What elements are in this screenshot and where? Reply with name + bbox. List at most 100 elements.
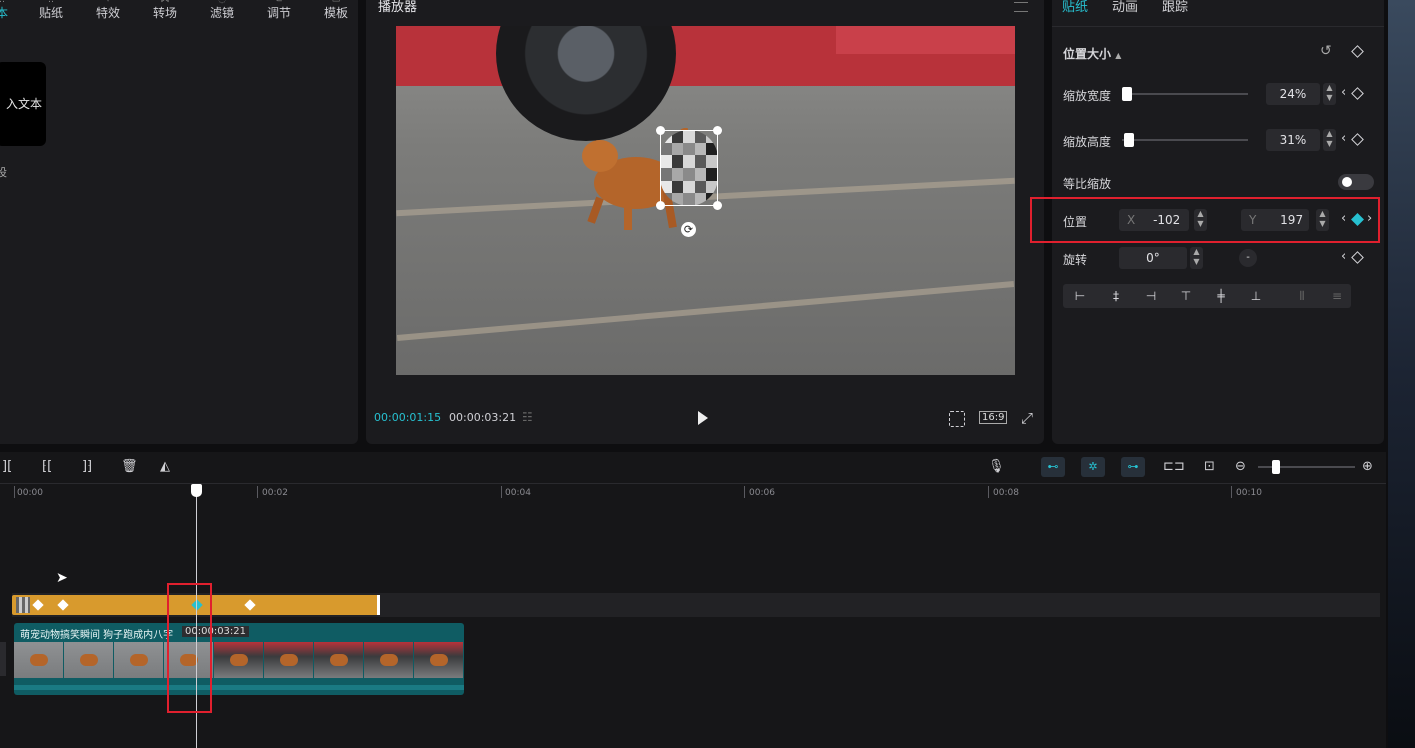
zoom-out-icon[interactable]: ⊖ [1235, 459, 1246, 474]
ruler-tick [14, 486, 15, 498]
clip-thumbnail [64, 642, 113, 678]
clip-title: 萌宠动物搞笑瞬间 狗子跑成内八字 [20, 630, 174, 641]
toolbar-transition[interactable]: ⋈ 转场 [152, 0, 178, 22]
position-x-field[interactable]: X -102 [1119, 209, 1189, 231]
aspect-ratio-button[interactable]: 16:9 [979, 411, 1008, 424]
preview-axis-icon[interactable]: ⊏⊐ [1163, 459, 1185, 474]
scale-height-knob[interactable] [1124, 133, 1134, 147]
rotation-field[interactable]: 0° [1119, 247, 1187, 269]
keyframe-diamond-icon[interactable] [32, 599, 44, 611]
default-text-card[interactable]: 入文本 [0, 62, 46, 146]
resize-handle[interactable] [656, 126, 665, 135]
play-button[interactable] [698, 411, 708, 425]
align-left-icon[interactable]: ⊢ [1073, 289, 1087, 303]
scale-width-value[interactable]: 24% [1266, 83, 1320, 105]
sticker-icon: ‥ [47, 0, 54, 5]
adjust-icon: ⊂ [275, 0, 283, 5]
split-icon[interactable]: ][ [2, 459, 12, 474]
ruler-tick [257, 486, 258, 498]
keyframe-diamond-icon[interactable] [244, 599, 256, 611]
clip-thumbnail [14, 642, 63, 678]
toolbar-template[interactable]: ▭ 模板 [323, 0, 349, 22]
trim-left-icon[interactable]: ⁅[ [42, 459, 52, 474]
keyframe-diamond-icon[interactable] [57, 599, 69, 611]
resize-handle[interactable] [713, 126, 722, 135]
main-track-magnet-icon[interactable]: ⊷ [1041, 457, 1065, 477]
prev-keyframe-icon[interactable]: ‹ [1341, 85, 1346, 100]
clip-trim-handle[interactable] [377, 595, 380, 615]
thumbnail-dog [230, 654, 248, 666]
align-center-v-icon[interactable]: ╪ [1214, 289, 1228, 303]
prev-keyframe-icon[interactable]: ‹ [1341, 131, 1346, 146]
scale-height-value[interactable]: 31% [1266, 129, 1320, 151]
rotation-stepper[interactable]: ▲ ▼ [1190, 247, 1203, 269]
delete-icon[interactable]: 🗑 [121, 459, 138, 474]
scale-width-label: 缩放宽度 [1063, 89, 1112, 103]
clip-thumbnail [314, 642, 363, 678]
tab-divider [1052, 26, 1384, 27]
next-keyframe-icon[interactable]: › [1367, 211, 1372, 226]
uniform-scale-toggle[interactable] [1338, 174, 1374, 190]
ruler-tick [1231, 486, 1232, 498]
ruler-tick [744, 486, 745, 498]
zoom-in-icon[interactable]: ⊕ [1362, 459, 1373, 474]
align-top-icon[interactable]: ⊤ [1179, 289, 1193, 303]
selection-box[interactable] [656, 126, 722, 210]
clip-thumbnail [114, 642, 163, 678]
thumbnail-dog [30, 654, 48, 666]
media-panel [0, 0, 358, 444]
tab-tracking[interactable]: 跟踪 [1162, 0, 1188, 15]
collapse-icon[interactable]: ▲ [1115, 51, 1121, 60]
position-y-stepper[interactable]: ▲ ▼ [1316, 209, 1329, 231]
scale-width-slider[interactable] [1122, 93, 1248, 95]
track-lock-icon[interactable] [0, 642, 6, 676]
align-center-h-icon[interactable]: ‡ [1109, 289, 1123, 303]
zoom-knob[interactable] [1272, 460, 1280, 474]
toolbar-sticker[interactable]: ‥ 贴纸 [38, 0, 64, 22]
presets-label: 设 [0, 166, 7, 179]
clip-thumbnail [414, 642, 463, 678]
resize-handle[interactable] [656, 201, 665, 210]
linkage-icon[interactable]: ⊶ [1121, 457, 1145, 477]
scale-width-knob[interactable] [1122, 87, 1132, 101]
align-bottom-icon[interactable]: ⊥ [1249, 289, 1263, 303]
ruler-tick [988, 486, 989, 498]
prev-keyframe-icon[interactable]: ‹ [1341, 211, 1346, 226]
position-x-stepper[interactable]: ▲ ▼ [1194, 209, 1207, 231]
toolbar-text[interactable]: ‥ 本 [0, 0, 8, 22]
resize-handle[interactable] [713, 201, 722, 210]
rotate-handle-icon[interactable]: ⟳ [681, 222, 696, 237]
fullscreen-icon[interactable]: ⤢ [1021, 409, 1033, 427]
section-title[interactable]: 位置大小 ▲ [1063, 45, 1121, 62]
uniform-scale-label: 等比缩放 [1063, 177, 1112, 191]
scale-height-slider[interactable] [1122, 139, 1248, 141]
ruler-label: 00:04 [505, 488, 531, 498]
align-right-icon[interactable]: ⊣ [1144, 289, 1158, 303]
toolbar-effects[interactable]: ✧ 特效 [95, 0, 121, 22]
position-y-field[interactable]: Y 197 [1241, 209, 1309, 231]
scale-width-stepper[interactable]: ▲ ▼ [1323, 83, 1336, 105]
timeline-list-icon[interactable]: ☷ [522, 410, 544, 426]
truck-body-right [836, 26, 1015, 54]
scale-height-stepper[interactable]: ▲ ▼ [1323, 129, 1336, 151]
menu-icon[interactable] [1014, 2, 1028, 12]
tab-sticker[interactable]: 贴纸 [1062, 0, 1088, 15]
toolbar-adjust[interactable]: ⊂ 调节 [266, 0, 292, 22]
zoom-fit-icon[interactable]: ⊡ [1204, 459, 1215, 474]
distribute-h-icon[interactable]: ⫴ [1295, 289, 1309, 303]
tab-animation[interactable]: 动画 [1112, 0, 1138, 15]
microphone-icon[interactable]: 🎙 [988, 459, 1005, 474]
rotation-dial-icon[interactable]: - [1239, 249, 1257, 267]
thumbnail-dog [330, 654, 348, 666]
toolbar-filter[interactable]: ◌ 滤镜 [209, 0, 235, 22]
clip-thumbnail [214, 642, 263, 678]
mirror-icon[interactable]: ◭ [160, 459, 170, 474]
distribute-v-icon[interactable]: ≡ [1330, 289, 1344, 303]
trim-right-icon[interactable]: ]⁆ [82, 459, 92, 474]
ruler-label: 00:00 [17, 488, 43, 498]
fullscreen-fit-icon[interactable] [949, 411, 965, 427]
reset-icon[interactable]: ↺ [1320, 43, 1332, 59]
playhead-handle[interactable] [191, 484, 202, 497]
prev-keyframe-icon[interactable]: ‹ [1341, 249, 1346, 264]
auto-snap-icon[interactable]: ✲ [1081, 457, 1105, 477]
